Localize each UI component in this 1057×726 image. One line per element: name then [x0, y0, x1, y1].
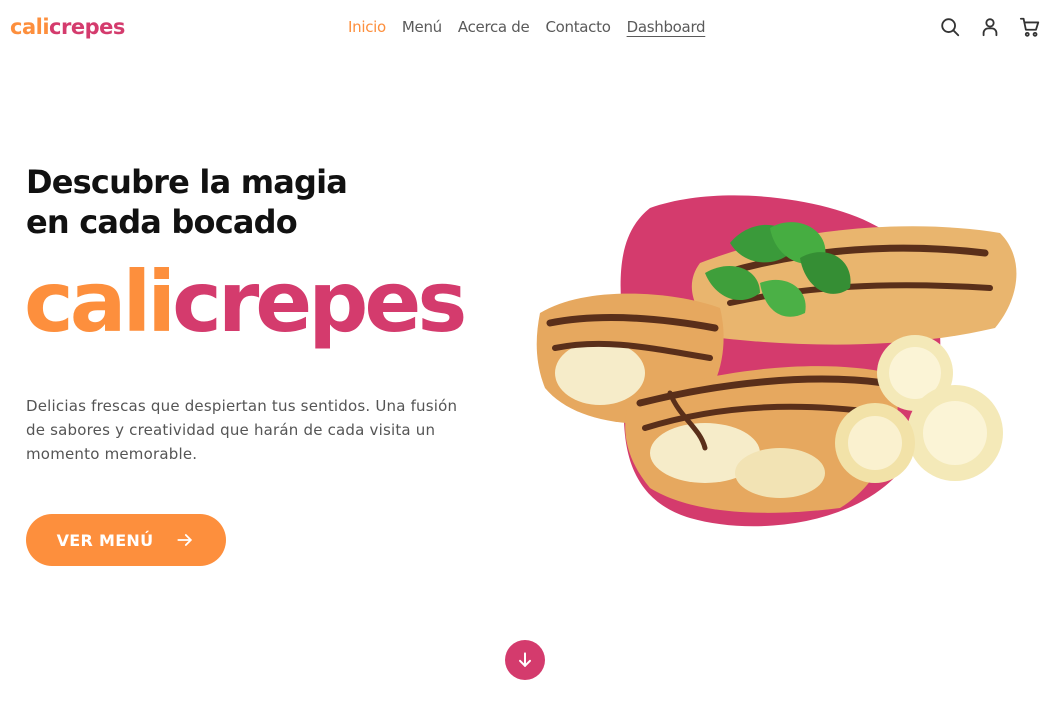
- logo[interactable]: calicrepes: [10, 15, 125, 39]
- hero-description: Delicias frescas que despiertan tus sent…: [26, 397, 458, 463]
- scroll-down-button[interactable]: [505, 640, 545, 680]
- nav-item-acerca[interactable]: Acerca de: [458, 18, 530, 36]
- arrow-right-icon: [177, 534, 193, 546]
- user-icon[interactable]: [979, 16, 1001, 38]
- nav-item-dashboard[interactable]: Dashboard: [627, 18, 706, 36]
- hero-headline-line2: en cada bocado: [26, 203, 298, 241]
- crepes-illustration: [536, 195, 1017, 527]
- nav-item-inicio[interactable]: Inicio: [348, 18, 386, 36]
- arrow-down-icon: [519, 652, 531, 667]
- cart-icon[interactable]: [1019, 16, 1041, 38]
- hero-headline: Descubre la magia en cada bocado: [26, 162, 348, 242]
- ver-menu-label: VER MENÚ: [56, 530, 154, 550]
- hero-image: [530, 188, 1030, 538]
- main-nav: Inicio Menú Acerca de Contacto Dashboard: [348, 18, 721, 36]
- logo-part-cali: cali: [10, 15, 50, 39]
- brand-part-cali: cali: [24, 253, 176, 351]
- site-header: calicrepes Inicio Menú Acerca de Contact…: [0, 0, 1057, 56]
- brand-part-crepes: crepes: [172, 253, 467, 351]
- hero-headline-line1: Descubre la magia: [26, 163, 348, 201]
- hero-brand-wordmark: calicrepes: [24, 252, 467, 352]
- nav-item-contacto[interactable]: Contacto: [545, 18, 610, 36]
- nav-item-menu[interactable]: Menú: [402, 18, 442, 36]
- ver-menu-button[interactable]: VER MENÚ: [26, 514, 226, 566]
- header-actions: [939, 16, 1041, 38]
- logo-part-crepes: crepes: [49, 15, 125, 39]
- search-icon[interactable]: [939, 16, 961, 38]
